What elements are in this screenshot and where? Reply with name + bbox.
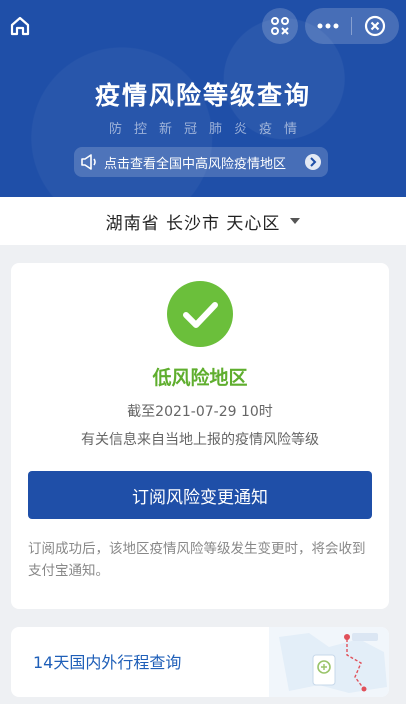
home-button[interactable] [6, 12, 34, 40]
home-icon [10, 16, 30, 36]
megaphone-icon [74, 154, 104, 170]
region-label: 湖南省 长沙市 天心区 [105, 213, 281, 234]
more-icon [317, 23, 339, 29]
high-risk-areas-link[interactable]: 点击查看全国中高风险疫情地区 [74, 147, 328, 177]
more-button[interactable] [305, 8, 351, 44]
map-illustration [269, 627, 389, 697]
header-banner: 疫情风险等级查询 防控新冠肺炎疫情 点击查看全国中高风险疫情地区 [0, 0, 406, 197]
miniapp-capsule [305, 8, 399, 44]
subscribe-tip: 订阅成功后，该地区疫情风险等级发生变更时，将会收到支付宝通知。 [28, 541, 366, 579]
trip-query-label: 14天国内外行程查询 [33, 653, 182, 672]
trip-query-card[interactable]: 14天国内外行程查询 [11, 627, 389, 697]
check-circle-icon [167, 281, 233, 347]
caret-down-icon [290, 218, 301, 224]
as-of-time: 截至2021-07-29 10时 [127, 404, 273, 420]
page-title: 疫情风险等级查询 [94, 81, 311, 110]
close-icon [364, 15, 386, 37]
chevron-right-icon [305, 154, 321, 170]
scan-button[interactable] [262, 8, 298, 44]
region-selector[interactable]: 湖南省 长沙市 天心区 [0, 197, 406, 245]
high-risk-areas-label: 点击查看全国中高风险疫情地区 [104, 156, 287, 172]
page-subtitle: 防控新冠肺炎疫情 [108, 122, 309, 137]
close-button[interactable] [352, 8, 398, 44]
subscribe-button[interactable]: 订阅风险变更通知 [28, 471, 372, 519]
data-source-note: 有关信息来自当地上报的疫情风险等级 [81, 432, 319, 448]
risk-result-card: 低风险地区 截至2021-07-29 10时 有关信息来自当地上报的疫情风险等级… [11, 263, 389, 609]
scan-icon [271, 17, 289, 35]
risk-level: 低风险地区 [152, 367, 248, 389]
